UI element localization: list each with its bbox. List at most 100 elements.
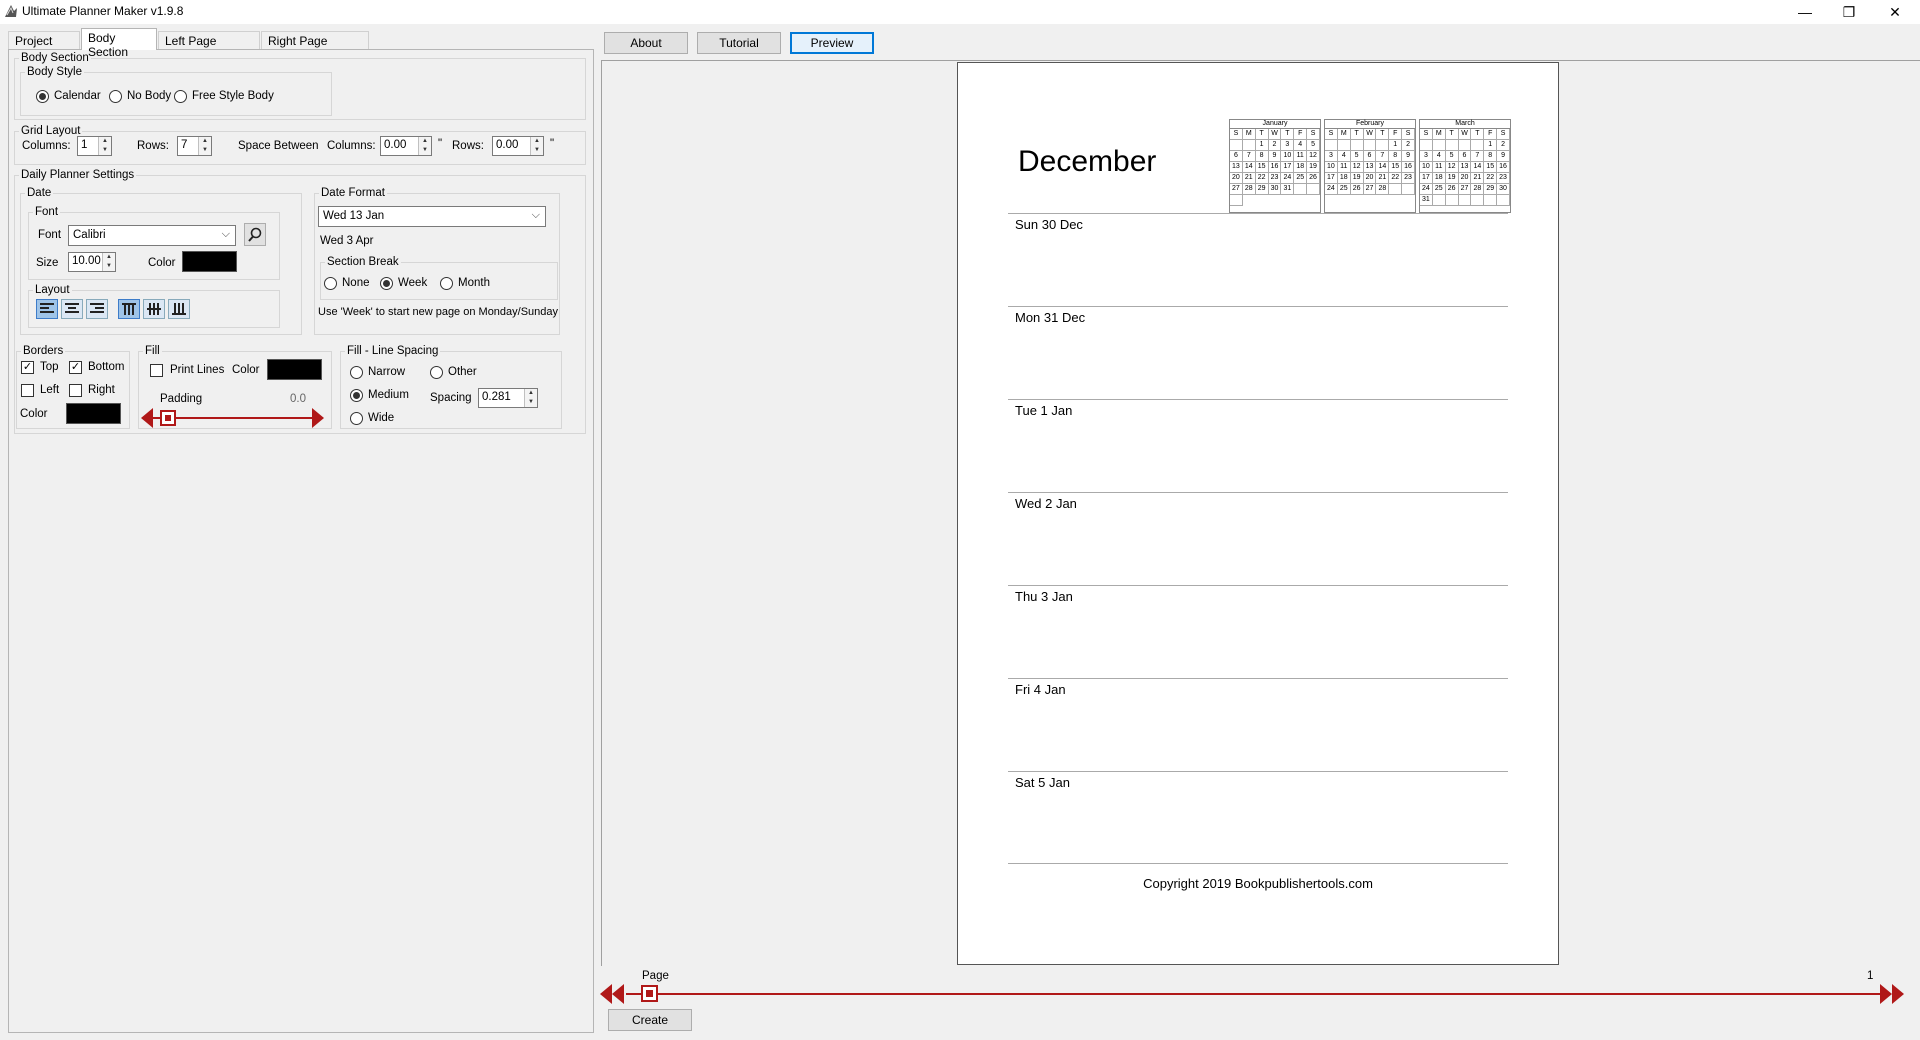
spinner-arrows-icon[interactable]: ▲ ▼ [98, 137, 111, 155]
border-left-checkbox[interactable] [21, 384, 34, 397]
spacing-other-label: Other [448, 366, 477, 378]
body-section-legend: Body Section [21, 52, 89, 64]
mini-calendar-cell: 8 [1255, 151, 1269, 162]
page-slider-track[interactable] [626, 993, 1881, 995]
spinner-arrows-icon[interactable]: ▲ ▼ [198, 137, 211, 155]
align-center-button[interactable] [61, 299, 83, 319]
spinner-arrows-icon[interactable]: ▲ ▼ [530, 137, 543, 155]
tab-project-setup[interactable]: Project Setup [8, 31, 80, 62]
no-body-radio[interactable] [109, 90, 122, 103]
preview-page: December January S M T W T F S 1 2 3 4 5 6 7 8 9 10 11 12 1… [957, 62, 1559, 965]
align-left-button[interactable] [36, 299, 58, 319]
section-break-week-radio[interactable] [380, 277, 393, 290]
restore-button[interactable]: ❐ [1826, 0, 1872, 24]
close-button[interactable]: ✕ [1872, 0, 1918, 24]
mini-calendar-cell: M [1337, 129, 1351, 140]
mini-calendar-cell: 12 [1350, 162, 1364, 173]
spacing-wide-radio[interactable] [350, 412, 363, 425]
mini-calendar-cell: 1 [1389, 140, 1403, 151]
padding-decrease-icon[interactable] [141, 408, 153, 428]
font-size-spinner[interactable]: 10.00 ▲ ▼ [68, 252, 116, 272]
space-columns-spinner[interactable]: 0.00 ▲ ▼ [380, 136, 432, 156]
tab-body-section[interactable]: Body Section [81, 28, 157, 59]
free-style-body-radio[interactable] [174, 90, 187, 103]
fill-color-swatch[interactable] [267, 359, 322, 380]
spacing-spinner[interactable]: 0.281 ▲ ▼ [478, 388, 538, 408]
mini-calendar-cell: 16 [1268, 162, 1282, 173]
mini-calendar-cell: W [1363, 129, 1377, 140]
mini-calendar-cell: 13 [1458, 162, 1472, 173]
tutorial-button[interactable]: Tutorial [697, 32, 781, 54]
date-color-label: Color [148, 257, 176, 269]
columns-spinner[interactable]: 1 ▲ ▼ [77, 136, 112, 156]
spacing-narrow-radio[interactable] [350, 366, 363, 379]
page-slider-thumb[interactable] [641, 985, 658, 1002]
padding-increase-icon[interactable] [312, 408, 324, 428]
align-left-icon [40, 303, 54, 313]
copyright-text: Copyright 2019 Bookpublishertools.com [1143, 876, 1373, 891]
preview-month-title: December [1018, 145, 1157, 178]
valign-top-button[interactable] [118, 299, 140, 319]
mini-calendar-cell: 26 [1307, 173, 1320, 184]
mini-calendar-cell: 2 [1402, 140, 1415, 151]
date-format-dropdown[interactable]: Wed 13 Jan ⌵ [318, 206, 546, 227]
mini-calendar-cell: W [1268, 129, 1282, 140]
spacing-medium-radio[interactable] [350, 389, 363, 402]
day-row: Mon 31 Dec [1008, 306, 1508, 399]
mini-calendar-cell [1337, 140, 1351, 151]
spinner-arrows-icon[interactable]: ▲ ▼ [418, 137, 431, 155]
mini-calendar-cell: 3 [1325, 151, 1338, 162]
inch-unit-label: " [550, 138, 555, 150]
last-page-icon[interactable] [1892, 984, 1904, 1004]
day-label: Wed 2 Jan [1015, 496, 1077, 511]
no-body-label: No Body [127, 90, 172, 102]
about-button[interactable]: About [604, 32, 688, 54]
section-break-month-radio[interactable] [440, 277, 453, 290]
font-dropdown[interactable]: Calibri ⌵ [68, 225, 236, 246]
columns-value: 1 [81, 139, 88, 151]
mini-calendar-cell: 20 [1230, 173, 1243, 184]
mini-calendar-cell [1307, 184, 1320, 195]
spacing-value: 0.281 [482, 391, 511, 403]
font-search-button[interactable] [244, 223, 266, 246]
mini-calendar-cell: 1 [1255, 140, 1269, 151]
rows-spinner[interactable]: 7 ▲ ▼ [177, 136, 212, 156]
tab-right-page-sections[interactable]: Right Page Sections [261, 31, 369, 62]
space-rows-spinner[interactable]: 0.00 ▲ ▼ [492, 136, 544, 156]
first-page-icon[interactable] [600, 984, 612, 1004]
create-button[interactable]: Create [608, 1009, 692, 1031]
prev-page-icon[interactable] [612, 984, 624, 1004]
border-bottom-checkbox[interactable]: ✓ [69, 361, 82, 374]
mini-calendar-cell: 30 [1497, 184, 1510, 195]
spinner-arrows-icon[interactable]: ▲ ▼ [524, 389, 537, 407]
mini-calendar-cell: 28 [1242, 184, 1256, 195]
date-color-swatch[interactable] [182, 251, 237, 272]
section-break-none-radio[interactable] [324, 277, 337, 290]
padding-slider-thumb[interactable] [160, 410, 176, 426]
mini-calendar-cell: 10 [1281, 151, 1295, 162]
mini-calendar-name: January [1230, 120, 1320, 129]
valign-bottom-button[interactable] [168, 299, 190, 319]
border-right-checkbox[interactable] [69, 384, 82, 397]
border-top-checkbox[interactable]: ✓ [21, 361, 34, 374]
border-left-label: Left [40, 384, 60, 396]
border-color-swatch[interactable] [66, 403, 121, 424]
spacing-other-radio[interactable] [430, 366, 443, 379]
grid-layout-legend: Grid Layout [21, 125, 81, 137]
padding-slider-track[interactable] [152, 417, 312, 419]
minimize-button[interactable]: — [1782, 0, 1828, 24]
app-icon [5, 5, 17, 17]
mini-calendar-cell: T [1376, 129, 1390, 140]
inch-unit-label: " [438, 138, 443, 150]
valign-middle-button[interactable] [143, 299, 165, 319]
mini-calendar-cell: 25 [1337, 184, 1351, 195]
print-lines-checkbox[interactable] [150, 364, 163, 377]
align-right-button[interactable] [86, 299, 108, 319]
section-break-hint: Use 'Week' to start new page on Monday/S… [318, 306, 559, 318]
tab-left-page-sections[interactable]: Left Page Sections [158, 31, 260, 62]
spinner-arrows-icon[interactable]: ▲ ▼ [102, 253, 115, 271]
mini-calendar-cell: 24 [1325, 184, 1338, 195]
preview-button[interactable]: Preview [790, 32, 874, 54]
next-page-icon[interactable] [1880, 984, 1892, 1004]
calendar-radio[interactable] [36, 90, 49, 103]
